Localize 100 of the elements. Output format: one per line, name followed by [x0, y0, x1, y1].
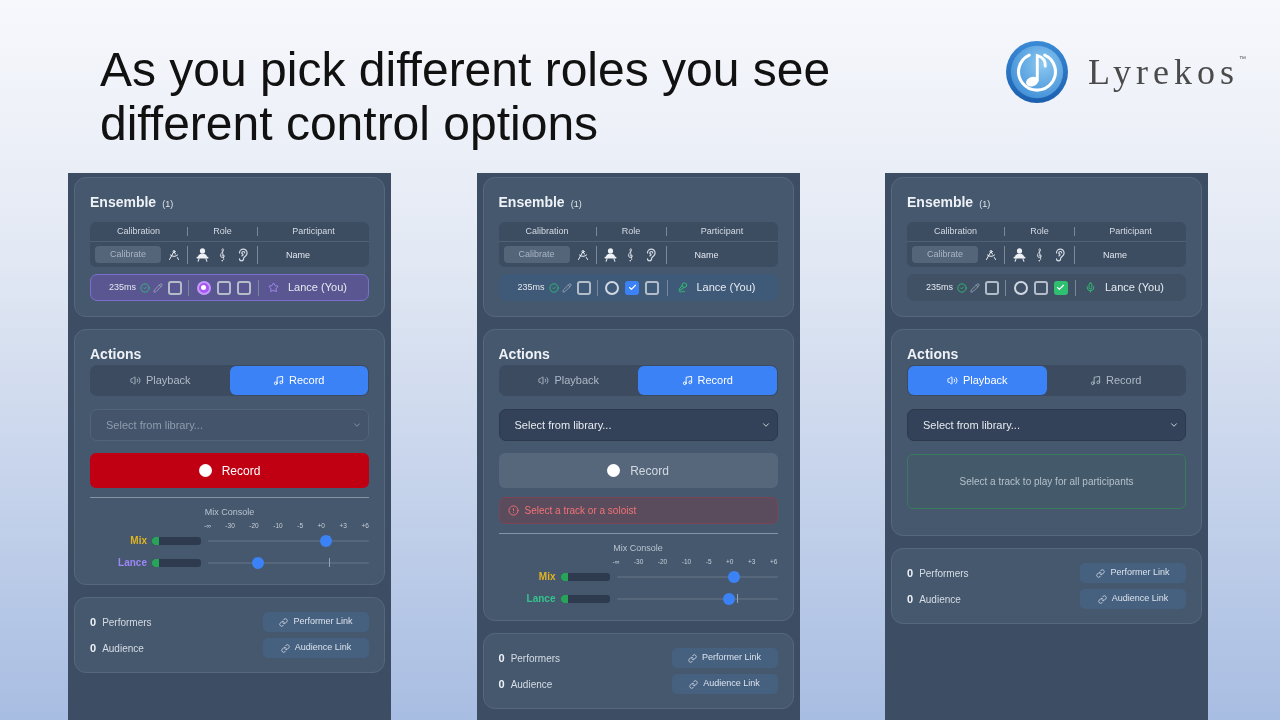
role-checkbox[interactable]: [1053, 280, 1068, 295]
role-checkbox[interactable]: [236, 280, 251, 295]
role-checkbox[interactable]: [625, 280, 639, 295]
column-header: Role: [1030, 224, 1049, 238]
column-header: Participant: [700, 224, 744, 238]
microphone-icon: [1085, 282, 1096, 293]
role-checkbox[interactable]: [645, 280, 659, 295]
library-select[interactable]: Select from library...: [498, 409, 778, 441]
member-label: Performers: [510, 651, 561, 666]
treble-clef-icon: [218, 247, 226, 262]
mode-tab[interactable]: Record: [1046, 366, 1185, 395]
channel-label: Lance: [526, 593, 556, 605]
copy-link-button[interactable]: Audience Link: [1080, 589, 1186, 609]
link-icon: [279, 617, 289, 627]
star-icon: [268, 282, 279, 293]
treble-clef-icon: [627, 247, 634, 262]
role-radio[interactable]: [1013, 280, 1028, 295]
calibrate-button[interactable]: Calibrate: [503, 246, 570, 263]
section-title: Actions: [90, 345, 142, 364]
calibration-checkbox[interactable]: [576, 280, 591, 295]
role-radio[interactable]: [196, 280, 211, 295]
participant-name: Lance (You): [696, 280, 756, 296]
latency-value: 235ms: [926, 280, 953, 294]
fader-track[interactable]: [616, 593, 778, 605]
pencil-icon: [561, 282, 572, 293]
copy-link-button[interactable]: Audience Link: [671, 674, 778, 694]
calibration-checkbox[interactable]: [168, 280, 182, 295]
column-header: Calibration: [525, 224, 569, 238]
drafting-compass-icon: [985, 248, 997, 261]
alert-icon: [507, 505, 519, 516]
member-label: Audience: [919, 592, 961, 607]
chevron-down-icon: [760, 420, 771, 430]
channel-label: Mix: [130, 535, 147, 547]
copy-link-button[interactable]: Performer Link: [1080, 563, 1186, 583]
mode-tab[interactable]: Record: [229, 366, 368, 395]
ear-icon: [644, 247, 658, 262]
mode-tab[interactable]: Playback: [908, 366, 1047, 395]
record-button[interactable]: Record: [90, 453, 369, 488]
member-label: Audience: [510, 677, 553, 692]
alert-message: Select a track or a soloist: [524, 504, 637, 518]
calibrate-button[interactable]: Calibrate: [95, 246, 161, 263]
speaker-icon: [129, 375, 141, 386]
slide-title: As you pick different roles you see different control options: [100, 43, 832, 151]
section-title: Ensemble: [498, 193, 565, 212]
mix-console-title: Mix Console: [204, 506, 255, 518]
latency-value: 235ms: [517, 280, 545, 294]
fader-track[interactable]: [616, 571, 778, 583]
column-header: Participant: [1109, 224, 1152, 238]
member-count: 0: [90, 640, 97, 656]
column-header: Role: [213, 224, 232, 238]
link-icon: [280, 643, 290, 653]
member-label: Performers: [102, 615, 152, 630]
participant-name: Lance (You): [288, 280, 347, 296]
column-header: Role: [621, 224, 641, 238]
microphone-icon: [676, 282, 688, 293]
copy-link-button[interactable]: Performer Link: [263, 612, 369, 632]
check-icon: [1056, 283, 1065, 292]
member-count: 0: [907, 591, 914, 607]
person-at-stand-icon: [1012, 247, 1026, 262]
speaker-icon: [538, 375, 550, 386]
calibration-checkbox[interactable]: [985, 280, 999, 295]
role-checkbox[interactable]: [1033, 280, 1048, 295]
section-title: Ensemble: [90, 193, 157, 212]
fader-track[interactable]: [208, 557, 369, 569]
fader-thumb[interactable]: [723, 593, 736, 605]
fader-thumb[interactable]: [319, 535, 332, 547]
member-label: Performers: [919, 566, 969, 581]
mode-tab[interactable]: Record: [638, 366, 777, 395]
hint-message: Select a track to play for all participants: [959, 475, 1134, 489]
member-label: Audience: [102, 641, 144, 656]
role-radio[interactable]: [605, 280, 619, 295]
fader-track[interactable]: [208, 535, 369, 547]
library-select[interactable]: Select from library...: [907, 409, 1186, 441]
music-note-icon: [681, 375, 693, 386]
member-count: 0: [90, 614, 97, 630]
mode-tab[interactable]: Playback: [91, 366, 230, 395]
role-checkbox[interactable]: [216, 280, 231, 295]
mode-tab[interactable]: Playback: [499, 366, 638, 395]
participant-count: (1): [979, 198, 991, 211]
drafting-compass-icon: [576, 248, 589, 261]
calibrate-button[interactable]: Calibrate: [912, 246, 978, 263]
speaker-icon: [946, 375, 958, 386]
link-icon: [688, 653, 697, 663]
pencil-icon: [970, 282, 980, 293]
link-icon: [1096, 568, 1106, 578]
copy-link-button[interactable]: Audience Link: [263, 638, 369, 658]
check-icon: [627, 283, 637, 292]
music-note-icon: [1090, 375, 1101, 386]
chevron-down-icon: [1169, 420, 1179, 430]
participant-count: (1): [162, 198, 174, 211]
channel-label: Mix: [538, 571, 556, 583]
fader-thumb[interactable]: [251, 557, 264, 569]
copy-link-button[interactable]: Performer Link: [671, 648, 778, 668]
member-count: 0: [498, 676, 505, 692]
section-title: Actions: [498, 345, 550, 364]
name-header: Name: [694, 248, 719, 261]
drafting-compass-icon: [168, 248, 180, 261]
section-title: Actions: [907, 345, 959, 364]
fader-thumb[interactable]: [728, 571, 740, 583]
person-at-stand-icon: [195, 247, 209, 262]
